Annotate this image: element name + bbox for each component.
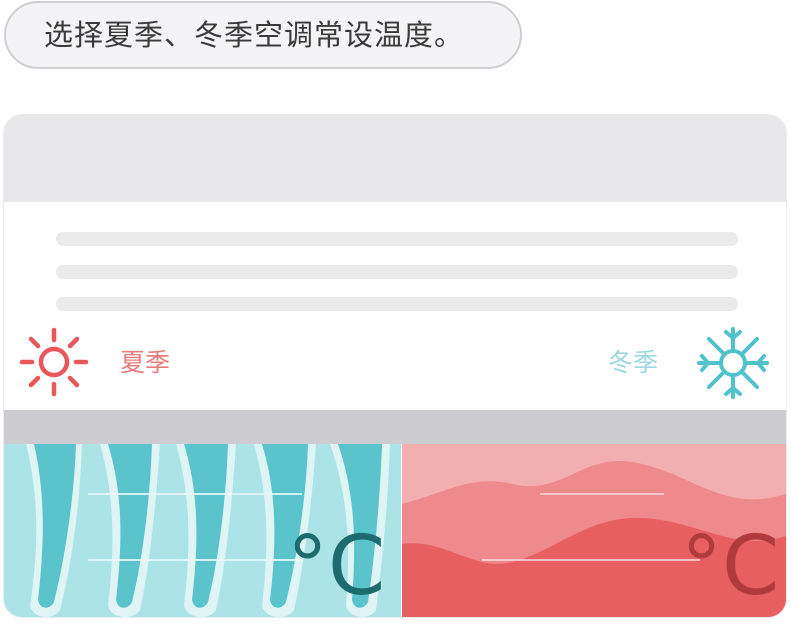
instruction-bubble: 选择夏季、冬季空调常设温度。	[4, 1, 522, 69]
ac-temperature-card: 夏季 冬季 °C °C	[4, 115, 786, 617]
placeholder-line	[56, 297, 738, 311]
winter-temp-panel[interactable]: °C	[4, 444, 401, 617]
summer-temp-unit: °C	[681, 519, 780, 614]
divider-bar	[4, 410, 786, 444]
summer-label[interactable]: 夏季	[120, 348, 170, 378]
sun-icon[interactable]	[18, 326, 90, 398]
winter-temp-unit: °C	[287, 519, 386, 614]
placeholder-line	[56, 232, 738, 246]
card-header	[4, 115, 786, 202]
placeholder-line	[56, 265, 738, 279]
winter-label[interactable]: 冬季	[608, 348, 658, 378]
instruction-text: 选择夏季、冬季空调常设温度。	[44, 18, 465, 52]
summer-temp-panel[interactable]: °C	[402, 444, 786, 617]
snowflake-icon[interactable]	[696, 326, 770, 400]
